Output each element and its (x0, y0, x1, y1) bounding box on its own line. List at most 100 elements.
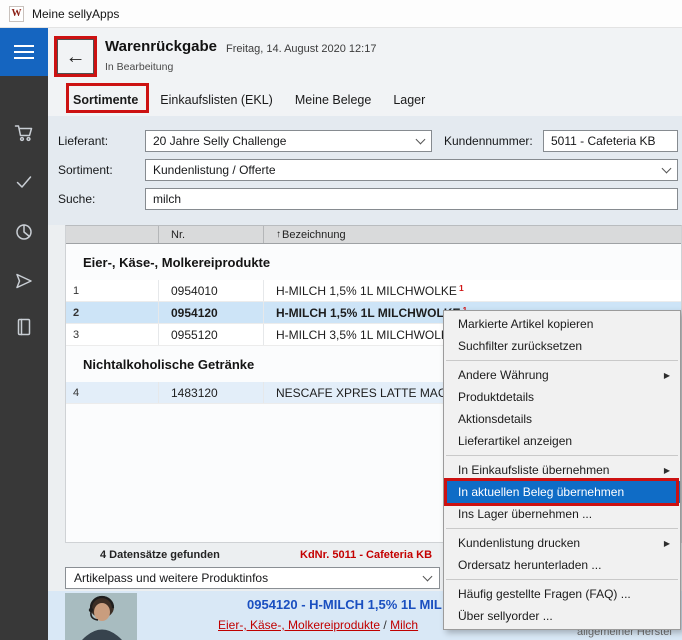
row-index-cell: 2 (66, 302, 159, 323)
tab-einkaufslisten[interactable]: Einkaufslisten (EKL) (160, 93, 273, 107)
product-image (65, 593, 137, 640)
lieferant-label: Lieferant: (58, 134, 108, 148)
tab-meine-belege[interactable]: Meine Belege (295, 93, 371, 107)
menu-item-aktionsdetails[interactable]: Aktionsdetails (444, 408, 680, 430)
article-nr-cell: 0954010 (159, 280, 264, 301)
article-name-cell: H-MILCH 1,5% 1L MILCHWOLKE 1 (264, 280, 681, 301)
result-count: 4 Datensätze gefunden (100, 549, 220, 561)
breadcrumb-separator: / (380, 618, 390, 632)
article-name: H-MILCH 1,5% 1L MILCHWOLKE (276, 306, 460, 320)
app-logo-icon: W (9, 6, 24, 22)
context-menu: Markierte Artikel kopieren Suchfilter zu… (443, 310, 681, 630)
kundennummer-field[interactable]: 5011 - Cafeteria KB (543, 130, 678, 152)
table-row[interactable]: 1 0954010 H-MILCH 1,5% 1L MILCHWOLKE 1 (66, 280, 681, 302)
lieferant-dropdown[interactable]: 20 Jahre Selly Challenge (145, 130, 432, 152)
menu-item-in-einkaufsliste-uebernehmen[interactable]: In Einkaufsliste übernehmen ▶ (444, 459, 680, 481)
back-button[interactable]: ← (57, 39, 94, 74)
menu-item-label: Markierte Artikel kopieren (458, 317, 593, 331)
person-photo (65, 593, 137, 640)
sort-ascending-icon: ↑ (276, 229, 281, 240)
flag-marker: 1 (459, 283, 464, 293)
column-header-bezeichnung[interactable]: ↑ Bezeichnung (264, 226, 681, 243)
menu-separator (446, 455, 678, 456)
book-icon (14, 317, 34, 337)
window-title: Meine sellyApps (32, 7, 119, 21)
menu-item-ueber-sellyorder[interactable]: Über sellyorder ... (444, 605, 680, 627)
menu-item-andere-waehrung[interactable]: Andere Währung ▶ (444, 364, 680, 386)
column-label: Bezeichnung (282, 229, 346, 241)
menu-item-label: Lieferartikel anzeigen (458, 434, 572, 448)
tab-lager[interactable]: Lager (393, 93, 425, 107)
menu-item-ordersatz-herunterladen[interactable]: Ordersatz herunterladen ... (444, 554, 680, 576)
article-nr-cell: 1483120 (159, 382, 264, 403)
group-header-molkereiprodukte: Eier-, Käse-, Molkereiprodukte (66, 244, 681, 280)
article-nr-cell: 0954120 (159, 302, 264, 323)
suche-label: Suche: (58, 192, 95, 206)
breadcrumb-link-category[interactable]: Eier-, Käse-, Molkereiprodukte (218, 618, 380, 632)
sortiment-value: Kundenlistung / Offerte (153, 163, 276, 177)
chevron-down-icon (423, 571, 433, 581)
kundennummer-label: Kundennummer: (444, 134, 533, 148)
menu-item-ins-lager-uebernehmen[interactable]: Ins Lager übernehmen ... (444, 503, 680, 525)
sidebar-item-catalog[interactable] (0, 314, 48, 340)
menu-item-label: Kundenlistung drucken (458, 536, 580, 550)
sidebar-item-send[interactable] (0, 268, 48, 294)
menu-item-lieferartikel-anzeigen[interactable]: Lieferartikel anzeigen (444, 430, 680, 452)
menu-item-produktdetails[interactable]: Produktdetails (444, 386, 680, 408)
productinfo-dropdown-value: Artikelpass und weitere Produktinfos (74, 571, 268, 585)
sortiment-dropdown[interactable]: Kundenlistung / Offerte (145, 159, 678, 181)
sidebar-item-cart[interactable] (0, 120, 48, 146)
hamburger-icon (14, 45, 34, 59)
menu-item-markierte-artikel-kopieren[interactable]: Markierte Artikel kopieren (444, 313, 680, 335)
submenu-arrow-icon: ▶ (664, 539, 670, 548)
menu-item-label: Über sellyorder ... (458, 609, 553, 623)
chevron-down-icon (662, 163, 672, 173)
status-text: In Bearbeitung (105, 61, 173, 73)
sidebar (0, 28, 48, 640)
row-index-cell: 4 (66, 382, 159, 403)
article-name: NESCAFE XPRES LATTE MACC (276, 386, 455, 400)
send-icon (14, 271, 34, 291)
chevron-down-icon (416, 134, 426, 144)
menu-separator (446, 360, 678, 361)
tab-sortimente[interactable]: Sortimente (73, 93, 138, 107)
kundennummer-value: 5011 - Cafeteria KB (551, 134, 656, 148)
column-header-index[interactable] (66, 226, 159, 243)
menu-item-label: In Einkaufsliste übernehmen (458, 463, 609, 477)
pie-chart-icon (14, 222, 34, 242)
sidebar-item-statistics[interactable] (0, 219, 48, 245)
document-header: ← Warenrückgabe Freitag, 14. August 2020… (48, 28, 682, 84)
article-name: H-MILCH 3,5% 1L MILCHWOLKE (276, 328, 457, 342)
breadcrumb-link-subcategory[interactable]: Milch (390, 618, 418, 632)
search-input[interactable] (145, 188, 678, 210)
row-index-cell: 1 (66, 280, 159, 301)
sidebar-item-check[interactable] (0, 169, 48, 195)
menu-item-label: Ins Lager übernehmen ... (458, 507, 592, 521)
group-title: Nichtalkoholische Getränke (83, 357, 254, 372)
submenu-arrow-icon: ▶ (664, 466, 670, 475)
menu-item-in-aktuellen-beleg-uebernehmen[interactable]: In aktuellen Beleg übernehmen (444, 481, 680, 503)
submenu-arrow-icon: ▶ (664, 371, 670, 380)
menu-item-label: In aktuellen Beleg übernehmen (458, 485, 624, 499)
checkmark-icon (14, 172, 34, 192)
app-window: W Meine sellyApps ← Warenrückgabe Freita… (0, 0, 682, 640)
column-header-nr[interactable]: Nr. (159, 226, 264, 243)
menu-separator (446, 528, 678, 529)
menu-item-label: Ordersatz herunterladen ... (458, 558, 601, 572)
document-date: Freitag, 14. August 2020 12:17 (226, 43, 376, 55)
back-arrow-icon: ← (66, 47, 86, 67)
menu-item-suchfilter-zuruecksetzen[interactable]: Suchfilter zurücksetzen (444, 335, 680, 357)
product-detail-link[interactable]: 0954120 - H-MILCH 1,5% 1L MIL (247, 597, 442, 612)
table-header-row: Nr. ↑ Bezeichnung (66, 226, 681, 244)
menu-item-label: Häufig gestellte Fragen (FAQ) ... (458, 587, 631, 601)
menu-item-label: Produktdetails (458, 390, 534, 404)
productinfo-dropdown[interactable]: Artikelpass und weitere Produktinfos (65, 567, 440, 589)
hamburger-menu-button[interactable] (0, 28, 48, 76)
title-bar: W Meine sellyApps (0, 0, 682, 28)
menu-item-label: Aktionsdetails (458, 412, 532, 426)
menu-item-kundenlistung-drucken[interactable]: Kundenlistung drucken ▶ (444, 532, 680, 554)
group-title: Eier-, Käse-, Molkereiprodukte (83, 255, 270, 270)
menu-item-label: Andere Währung (458, 368, 549, 382)
shopping-cart-icon (14, 123, 34, 143)
menu-item-faq[interactable]: Häufig gestellte Fragen (FAQ) ... (444, 583, 680, 605)
